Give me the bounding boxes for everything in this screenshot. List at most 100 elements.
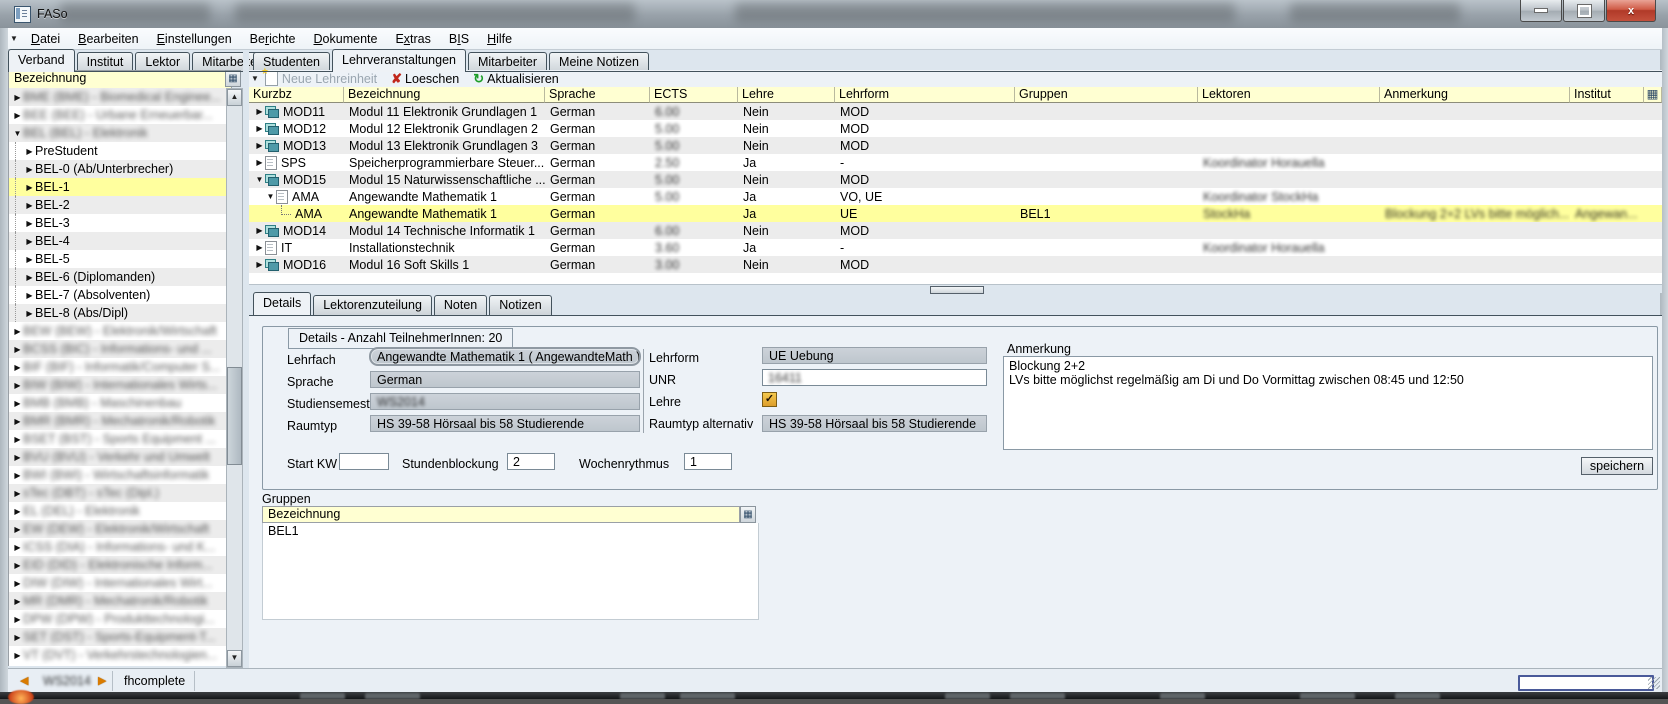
gruppen-column-config-button[interactable]: ▦ xyxy=(740,506,756,523)
column-header-anmerkung[interactable]: Anmerkung xyxy=(1380,87,1570,103)
tree-item[interactable]: ▶BEL-7 (Absolventen) xyxy=(9,286,227,304)
tree-item[interactable]: ▶BEE (BEE) - Urbane Erneuerbar... xyxy=(9,106,227,124)
lehrfach-combobox[interactable]: Angewandte Mathematik 1 ( AngewandteMath… xyxy=(369,347,641,366)
expander-right-icon[interactable]: ▶ xyxy=(12,471,23,480)
expander-right-icon[interactable]: ▶ xyxy=(254,121,265,137)
menu-item-berichte[interactable]: Berichte xyxy=(241,30,305,48)
column-config-button[interactable]: ▦ xyxy=(225,70,241,87)
tree-item[interactable]: ▶DIW (DIW) - Internationales Wirt... xyxy=(9,574,227,592)
tree-item[interactable]: ▶BWI (BWI) - Wirtschaftsinformatik xyxy=(9,466,227,484)
wochenrythmus-input[interactable]: 1 xyxy=(684,453,732,470)
taskbar-window-button[interactable] xyxy=(1300,693,1355,699)
expander-right-icon[interactable]: ▶ xyxy=(24,237,35,246)
expander-right-icon[interactable]: ▶ xyxy=(12,597,23,606)
table-row[interactable]: ▶MOD13Modul 13 Elektronik Grundlagen 3Ge… xyxy=(249,137,1662,154)
tree-item[interactable]: ▶BEW (BEW) - Elektronik/Wirtschaft xyxy=(9,322,227,340)
tree-item[interactable]: ▶BVU (BVU) - Verkehr und Umwelt xyxy=(9,448,227,466)
gruppen-row[interactable]: BEL1 xyxy=(263,523,758,540)
taskbar-window-button[interactable] xyxy=(365,693,420,699)
taskbar-window-button[interactable] xyxy=(620,693,665,699)
taskbar-window-button[interactable] xyxy=(1395,693,1440,699)
tree-item[interactable]: ▶PreStudent xyxy=(9,142,227,160)
details-tab-lektorenzuteilung[interactable]: Lektorenzuteilung xyxy=(313,295,432,315)
tree-item[interactable]: ▶BCSS (BIC) - Informations- und ... xyxy=(9,340,227,358)
tree-item[interactable]: ▶BEL-5 xyxy=(9,250,227,268)
expander-right-icon[interactable]: ▶ xyxy=(24,255,35,264)
horizontal-splitter[interactable] xyxy=(249,284,1662,293)
expander-down-icon[interactable]: ▼ xyxy=(265,189,276,205)
tree-item[interactable]: ▶BEL-8 (Abs/Dipl) xyxy=(9,304,227,322)
table-row[interactable]: ▶MOD12Modul 12 Elektronik Grundlagen 2Ge… xyxy=(249,120,1662,137)
column-header-bezeichnung[interactable]: Bezeichnung xyxy=(344,87,545,103)
tree-item[interactable]: ▶BEL-2 xyxy=(9,196,227,214)
column-header-lektoren[interactable]: Lektoren xyxy=(1198,87,1380,103)
details-tab-notizen[interactable]: Notizen xyxy=(489,295,551,315)
table-column-config-button[interactable]: ▦ xyxy=(1644,87,1662,103)
tree-item[interactable]: ▶BEL-1 xyxy=(9,178,227,196)
details-tab-details[interactable]: Details xyxy=(253,292,311,315)
table-row[interactable]: ▶MOD16Modul 16 Soft Skills 1German3.00Ne… xyxy=(249,256,1662,273)
expander-right-icon[interactable]: ▶ xyxy=(24,201,35,210)
expander-right-icon[interactable]: ▶ xyxy=(12,417,23,426)
tree-item[interactable]: ▶EL (DEL) - Elektronik xyxy=(9,502,227,520)
tab-lehrveranstaltungen[interactable]: Lehrveranstaltungen xyxy=(332,49,466,72)
expander-right-icon[interactable]: ▶ xyxy=(12,561,23,570)
tree-filter-header[interactable]: Bezeichnung xyxy=(8,70,232,89)
gruppen-column-header[interactable]: Bezeichnung xyxy=(262,506,740,523)
taskbar-window-button[interactable] xyxy=(300,693,345,699)
table-row[interactable]: ▶MOD14Modul 14 Technische Informatik 1Ge… xyxy=(249,222,1662,239)
expander-right-icon[interactable]: ▶ xyxy=(12,327,23,336)
expander-right-icon[interactable]: ▶ xyxy=(12,399,23,408)
tab-meine-notizen[interactable]: Meine Notizen xyxy=(549,52,649,72)
expander-down-icon[interactable]: ▼ xyxy=(254,172,265,188)
expander-right-icon[interactable]: ▶ xyxy=(12,633,23,642)
expander-right-icon[interactable]: ▶ xyxy=(24,309,35,318)
expander-right-icon[interactable]: ▶ xyxy=(24,219,35,228)
anmerkung-textarea[interactable]: Blockung 2+2 LVs bitte möglichst regelmä… xyxy=(1003,356,1653,450)
expander-right-icon[interactable]: ▶ xyxy=(12,579,23,588)
save-button[interactable]: speichern xyxy=(1581,457,1653,475)
column-header-ects[interactable]: ECTS xyxy=(650,87,738,103)
expander-right-icon[interactable]: ▶ xyxy=(254,138,265,154)
menu-item-dokumente[interactable]: Dokumente xyxy=(305,30,387,48)
taskbar-window-button[interactable] xyxy=(1160,693,1205,699)
lehre-checkbox[interactable]: ✓ xyxy=(762,392,777,407)
splitter-handle[interactable] xyxy=(930,286,984,294)
tree-item[interactable]: ▶SET (DST) - Sports-Equipment-T... xyxy=(9,628,227,646)
tree-item[interactable]: ▶BME (BME) - Biomedical Enginee... xyxy=(9,88,227,106)
toolbar-dock-handle[interactable]: ▼ xyxy=(10,34,18,43)
tree-item[interactable]: ▼BEL (BEL) - Elektronik xyxy=(9,124,227,142)
expander-right-icon[interactable]: ▶ xyxy=(12,615,23,624)
column-header-kurzbz[interactable]: Kurzbz xyxy=(249,87,344,103)
column-header-lehre[interactable]: Lehre xyxy=(738,87,835,103)
tree-item[interactable]: ▶EW (DEW) - Elektronik/Wirtschaft xyxy=(9,520,227,538)
tree-scrollbar[interactable]: ▲ ▼ xyxy=(226,88,243,668)
expander-right-icon[interactable]: ▶ xyxy=(24,183,35,192)
tree-item[interactable]: ▶BMB (BMB) - Maschinenbau xyxy=(9,394,227,412)
expander-right-icon[interactable]: ▶ xyxy=(12,651,23,660)
tree-scrollbar-thumb[interactable] xyxy=(227,367,242,465)
tree-item[interactable]: ▶BIW (BIW) - Internationales Wirts... xyxy=(9,376,227,394)
table-row[interactable]: ▶SPSSpeicherprogrammierbare Steuer...Ger… xyxy=(249,154,1662,171)
tree-item[interactable]: ▶VT (DVT) - Verkehrstechnologien... xyxy=(9,646,227,664)
expander-down-icon[interactable]: ▼ xyxy=(12,129,23,138)
tree-item[interactable]: ▶BIF (BIF) - Informatik/Computer S... xyxy=(9,358,227,376)
minimize-button[interactable] xyxy=(1520,0,1562,22)
expander-right-icon[interactable]: ▶ xyxy=(24,147,35,156)
scroll-up-icon[interactable]: ▲ xyxy=(227,89,242,106)
taskbar-window-button[interactable] xyxy=(680,693,735,699)
windows-taskbar[interactable] xyxy=(0,692,1668,699)
expander-right-icon[interactable]: ▶ xyxy=(12,489,23,498)
semester-previous-icon[interactable]: ◀ xyxy=(20,674,28,687)
tree-item[interactable]: ▶BEL-0 (Ab/Unterbrecher) xyxy=(9,160,227,178)
tree-item[interactable]: ▶DPW (DPW) - Produkttechnologi... xyxy=(9,610,227,628)
unr-input[interactable]: 16411 xyxy=(762,369,987,386)
expander-right-icon[interactable]: ▶ xyxy=(254,155,265,171)
window-titlebar[interactable]: FASo x xyxy=(0,0,1668,29)
expander-right-icon[interactable]: ▶ xyxy=(12,93,23,102)
taskbar-window-button[interactable] xyxy=(945,693,990,699)
details-tab-noten[interactable]: Noten xyxy=(434,295,487,315)
expander-right-icon[interactable]: ▶ xyxy=(12,453,23,462)
table-row[interactable]: AMAAngewandte Mathematik 1GermanJaUEBEL1… xyxy=(249,205,1662,222)
taskbar-window-button[interactable] xyxy=(1010,693,1065,699)
